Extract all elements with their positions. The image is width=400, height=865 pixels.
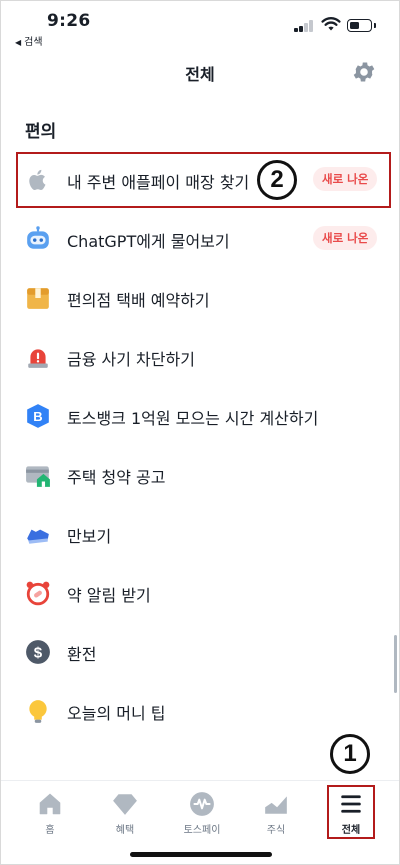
tab-label: 홈 — [45, 825, 55, 836]
new-badge: 새로 나온 — [313, 167, 378, 191]
menu-icon — [341, 795, 361, 813]
lightbulb-icon — [29, 700, 47, 723]
robot-icon — [27, 226, 49, 249]
battery-icon — [347, 19, 376, 32]
list-item-label: 오늘의 머니 팁 — [67, 704, 166, 723]
bank-b-icon: B — [27, 404, 49, 428]
house-card-icon — [26, 466, 50, 487]
list-item-currency-exchange[interactable]: $ 환전 — [1, 623, 399, 681]
list-item-label: 만보기 — [67, 527, 112, 546]
siren-icon — [28, 349, 48, 368]
list-item-label: 약 알림 받기 — [67, 586, 151, 605]
list-item-applepay-stores[interactable]: 내 주변 애플페이 매장 찾기 새로 나온 — [1, 151, 399, 209]
list-item-parcel-reservation[interactable]: 편의점 택배 예약하기 — [1, 269, 399, 327]
package-icon — [27, 288, 49, 309]
tab-stocks[interactable]: 주식 — [246, 791, 306, 836]
tab-label: 전체 — [341, 825, 361, 836]
apple-icon — [29, 169, 46, 190]
list-item-label: 편의점 택배 예약하기 — [67, 291, 210, 310]
back-label: 검색 — [24, 37, 43, 48]
tab-label: 혜택 — [115, 825, 135, 836]
back-arrow-icon: ◀ — [15, 38, 22, 47]
svg-text:$: $ — [34, 644, 43, 661]
back-to-search-link[interactable]: ◀ 검색 — [15, 33, 43, 48]
home-icon — [39, 793, 61, 815]
svg-text:B: B — [33, 409, 42, 424]
home-indicator[interactable] — [130, 852, 272, 857]
new-badge: 새로 나온 — [313, 226, 378, 250]
page-title: 전체 — [185, 65, 215, 84]
list-item-label: 주택 청약 공고 — [67, 468, 166, 487]
list-item-money-tip[interactable]: 오늘의 머니 팁 — [1, 682, 399, 740]
list-item-label: 내 주변 애플페이 매장 찾기 — [67, 173, 250, 192]
list-item-pedometer[interactable]: 만보기 — [1, 505, 399, 563]
step-marker-1: 1 — [330, 734, 370, 774]
list-item-label: 환전 — [67, 645, 97, 664]
signal-icon — [294, 20, 314, 32]
tab-benefits[interactable]: 혜택 — [95, 791, 155, 836]
gear-icon[interactable] — [351, 59, 377, 85]
tab-label: 주식 — [266, 825, 286, 836]
tab-toss-pay[interactable]: 토스페이 — [172, 791, 232, 836]
list-item-fraud-block[interactable]: 금융 사기 차단하기 — [1, 328, 399, 386]
list-item-label: 토스뱅크 1억원 모으는 시간 계산하기 — [67, 409, 319, 428]
tab-label: 토스페이 — [183, 825, 221, 836]
status-time: 9:26 — [47, 11, 91, 31]
list-item-label: ChatGPT에게 물어보기 — [67, 232, 230, 251]
list-item-housing-subscription[interactable]: 주택 청약 공고 — [1, 446, 399, 504]
section-title-convenience: 편의 — [25, 122, 57, 142]
sneaker-icon — [27, 529, 49, 544]
toss-pay-icon — [190, 792, 214, 816]
step-marker-2: 2 — [257, 160, 297, 200]
list-item-pill-reminder[interactable]: 약 알림 받기 — [1, 564, 399, 622]
dollar-icon: $ — [26, 640, 50, 664]
list-item-chatgpt[interactable]: ChatGPT에게 물어보기 새로 나온 — [1, 210, 399, 268]
tab-all[interactable]: 전체 — [321, 791, 381, 836]
stock-chart-icon — [265, 796, 287, 814]
list-item-label: 금융 사기 차단하기 — [67, 350, 195, 369]
tab-home[interactable]: 홈 — [20, 791, 80, 836]
app-screen: 9:26 ◀ 검색 전체 편의 내 주변 애플페이 매장 찾기 새로 나온 Ch… — [0, 0, 400, 865]
gem-icon — [113, 794, 137, 815]
list-item-tossbank-calculator[interactable]: B 토스뱅크 1억원 모으는 시간 계산하기 — [1, 387, 399, 445]
wifi-icon — [321, 17, 341, 31]
scrollbar-thumb[interactable] — [394, 635, 397, 693]
alarm-clock-icon — [26, 581, 50, 606]
